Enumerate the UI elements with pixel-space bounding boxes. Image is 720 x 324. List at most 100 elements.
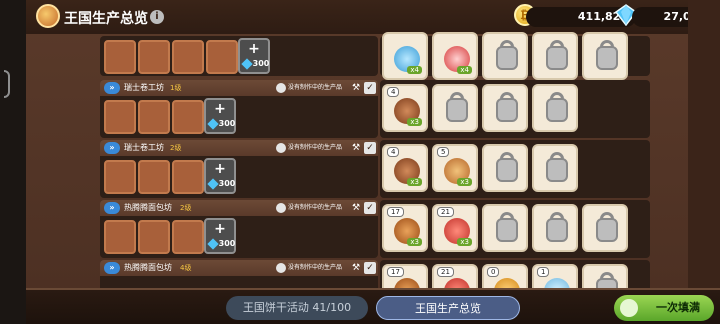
product-count: 1	[537, 267, 550, 277]
product-card-locked[interactable]	[482, 204, 528, 252]
product-badge: x4	[457, 66, 472, 74]
product-count: 21	[437, 207, 454, 217]
check-icon[interactable]: ✓	[364, 142, 376, 154]
production-slots-panel: » 热腾腾面包坊 2级 没有制作中的生产品 ⚒ ✓ + 300	[100, 200, 378, 258]
check-icon[interactable]: ✓	[364, 262, 376, 274]
product-card-locked[interactable]	[582, 32, 628, 80]
product-card-locked[interactable]	[582, 204, 628, 252]
gem-icon	[206, 237, 219, 250]
product-card[interactable]: x4	[432, 32, 478, 80]
production-slot[interactable]	[172, 160, 204, 194]
lock-icon	[496, 46, 518, 70]
gem-icon	[206, 117, 219, 130]
product-badge: x3	[457, 238, 472, 246]
product-card[interactable]: 4 x3	[382, 84, 428, 132]
gem-icon	[206, 177, 219, 190]
product-card-locked[interactable]	[482, 144, 528, 192]
check-icon[interactable]: ✓	[364, 202, 376, 214]
production-status: 没有制作中的生产品	[276, 262, 342, 274]
product-card-locked[interactable]	[482, 32, 528, 80]
hammer-icon[interactable]: ⚒	[350, 142, 362, 154]
building-name: 瑞士卷工坊	[124, 83, 164, 92]
lock-icon	[546, 218, 568, 242]
row-header: » 瑞士卷工坊 1级 没有制作中的生产品 ⚒ ✓	[100, 80, 378, 96]
product-card[interactable]: 5 x3	[432, 144, 478, 192]
production-slot[interactable]	[138, 160, 170, 194]
production-slot[interactable]	[138, 40, 170, 74]
product-badge: x3	[407, 238, 422, 246]
product-badge: x3	[407, 178, 422, 186]
add-slot-button[interactable]: + 300	[204, 218, 236, 254]
product-card-locked[interactable]	[532, 32, 578, 80]
expand-button[interactable]: »	[104, 262, 120, 274]
production-slot[interactable]	[172, 220, 204, 254]
status-icon	[276, 262, 286, 273]
product-card[interactable]: x4	[382, 32, 428, 80]
lock-icon	[596, 218, 618, 242]
hammer-icon[interactable]: ⚒	[350, 262, 362, 274]
right-edge	[688, 0, 720, 324]
product-count: 4	[387, 87, 400, 97]
lock-icon	[596, 46, 618, 70]
add-slot-cost: 300	[206, 235, 238, 253]
add-slot-button[interactable]: + 300	[238, 38, 270, 74]
expand-button[interactable]: »	[104, 82, 120, 94]
expand-button[interactable]: »	[104, 142, 120, 154]
product-cards-panel: 17 x3 21 x3	[380, 200, 650, 258]
product-card-locked[interactable]	[432, 84, 478, 132]
page-title: 王国生产总览	[64, 11, 148, 27]
hammer-icon[interactable]: ⚒	[350, 202, 362, 214]
production-row: + 300 x4 x4	[100, 32, 650, 80]
building-name: 热腾腾面包坊	[124, 203, 172, 212]
status-icon	[276, 82, 286, 93]
product-count: 4	[387, 147, 400, 157]
production-slot[interactable]	[104, 160, 136, 194]
product-count: 17	[387, 267, 404, 277]
building-level: 2级	[180, 204, 192, 212]
product-badge: x4	[407, 66, 422, 74]
product-cards-panel: 4 x3	[380, 80, 650, 138]
product-badge: x3	[457, 178, 472, 186]
fill-all-button[interactable]: 一次填满	[614, 295, 714, 321]
product-card[interactable]: 21 x3	[432, 204, 478, 252]
production-slot[interactable]	[104, 220, 136, 254]
product-card-locked[interactable]	[482, 84, 528, 132]
product-count: 0	[487, 267, 500, 277]
production-slot[interactable]	[206, 40, 238, 74]
building-level: 2级	[170, 144, 182, 152]
production-slot[interactable]	[138, 100, 170, 134]
add-slot-button[interactable]: + 300	[204, 158, 236, 194]
production-row: » 瑞士卷工坊 1级 没有制作中的生产品 ⚒ ✓ + 300 4 x3	[100, 80, 650, 138]
product-card-locked[interactable]	[532, 204, 578, 252]
lock-icon	[446, 98, 468, 122]
production-slot[interactable]	[172, 40, 204, 74]
add-slot-cost: 300	[206, 115, 238, 133]
product-card[interactable]: 4 x3	[382, 144, 428, 192]
production-slot[interactable]	[104, 100, 136, 134]
gem-icon	[240, 57, 253, 70]
row-header: » 热腾腾面包坊 4级 没有制作中的生产品 ⚒ ✓	[100, 260, 378, 276]
hammer-icon[interactable]: ⚒	[350, 82, 362, 94]
tab-production-overview[interactable]: 王国生产总览	[376, 296, 520, 320]
production-slot[interactable]	[172, 100, 204, 134]
production-slots-panel: » 瑞士卷工坊 1级 没有制作中的生产品 ⚒ ✓ + 300	[100, 80, 378, 138]
product-count: 21	[437, 267, 454, 277]
left-notch	[4, 70, 10, 98]
add-slot-cost: 300	[240, 55, 272, 73]
production-slot[interactable]	[138, 220, 170, 254]
lock-icon	[496, 98, 518, 122]
lock-icon	[496, 158, 518, 182]
check-icon[interactable]: ✓	[364, 82, 376, 94]
building-name: 瑞士卷工坊	[124, 143, 164, 152]
product-card-locked[interactable]	[532, 144, 578, 192]
product-badge: x3	[407, 118, 422, 126]
product-card[interactable]: 17 x3	[382, 204, 428, 252]
tab-kingdom-event[interactable]: 王国饼干活动 41/100	[226, 296, 368, 320]
product-count: 5	[437, 147, 450, 157]
add-slot-button[interactable]: + 300	[204, 98, 236, 134]
product-card-locked[interactable]	[532, 84, 578, 132]
expand-button[interactable]: »	[104, 202, 120, 214]
info-icon[interactable]: i	[150, 10, 164, 24]
production-slot[interactable]	[104, 40, 136, 74]
production-slots-panel: + 300	[100, 36, 378, 76]
